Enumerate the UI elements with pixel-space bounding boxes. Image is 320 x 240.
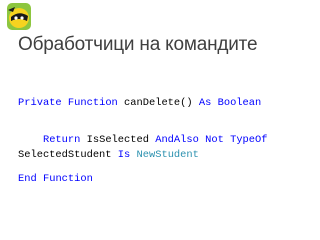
code-line-end-function: End Function	[18, 172, 93, 187]
slide-title: Обработчици на командите	[18, 34, 258, 55]
code-text: SelectedStudent	[18, 149, 118, 161]
code-keyword: Function	[67, 97, 118, 109]
code-keyword: End	[18, 173, 37, 185]
code-keyword: Return	[42, 134, 81, 146]
code-line-function-declaration: Private Function canDelete() As Boolean	[18, 96, 261, 111]
code-keyword: Is	[117, 149, 131, 161]
code-line-return-statement: Return IsSelected AndAlso Not TypeOf	[18, 133, 268, 148]
code-keyword: As	[198, 97, 212, 109]
code-line-return-continuation: SelectedStudent Is NewStudent	[18, 148, 199, 163]
code-type-name: NewStudent	[136, 149, 199, 161]
code-keyword: Not	[205, 134, 224, 146]
code-keyword: TypeOf	[230, 134, 268, 146]
code-text: canDelete()	[117, 97, 199, 109]
code-keyword: Private	[18, 97, 62, 109]
code-keyword: AndAlso	[155, 134, 199, 146]
code-keyword: Function	[42, 173, 93, 185]
code-text: IsSelected	[80, 134, 156, 146]
ninja-logo-icon	[6, 2, 34, 32]
code-keyword: Boolean	[217, 97, 262, 109]
